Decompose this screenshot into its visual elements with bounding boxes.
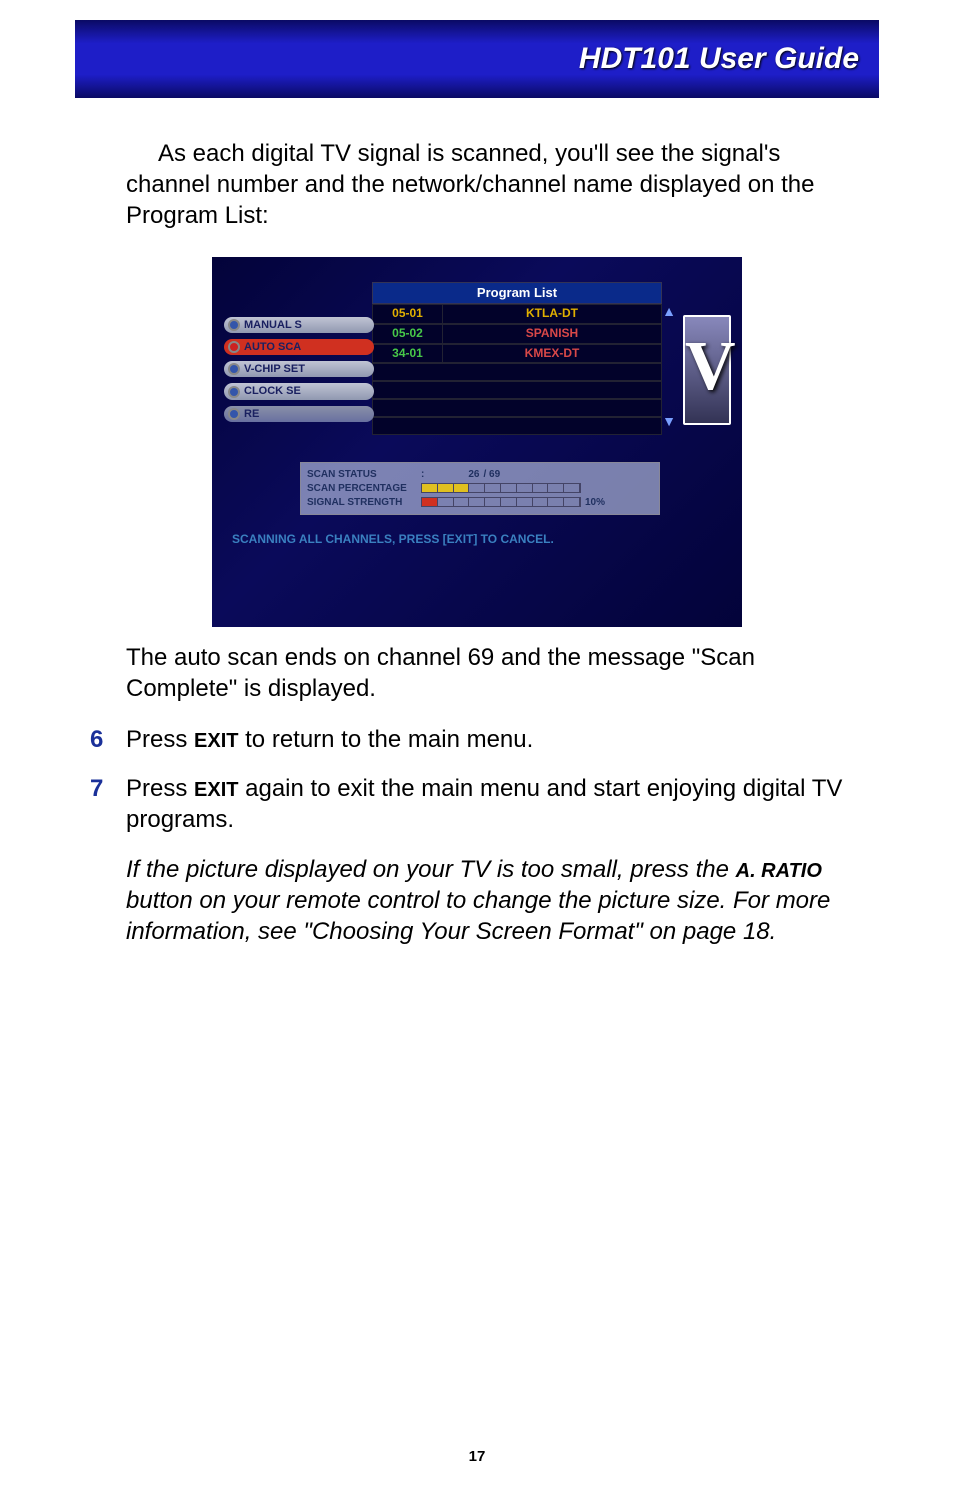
bar-segment <box>548 498 564 506</box>
sidebar-item: MANUAL S <box>224 317 374 333</box>
progress-bar <box>421 483 581 493</box>
page-number: 17 <box>0 1448 954 1465</box>
bar-segment <box>438 498 454 506</box>
scan-percentage-row: SCAN PERCENTAGE <box>307 482 653 495</box>
progress-bar <box>421 497 581 507</box>
sidebar-item: V-CHIP SET <box>224 361 374 377</box>
bar-segment <box>469 484 485 492</box>
text: If the picture displayed on your TV is t… <box>126 856 736 883</box>
side-menu: MANUAL S AUTO SCA V-CHIP SET CLOCK SE RE <box>224 317 374 428</box>
program-list-panel: Program List 05-01 KTLA-DT 05-02 SPANISH… <box>372 282 662 436</box>
page-header: HDT101 User Guide <box>75 20 879 98</box>
text: Press <box>126 775 194 802</box>
step-number: 6 <box>90 724 112 755</box>
scan-status-row: SCAN STATUS : 26 / 69 <box>307 468 653 481</box>
bar-segment <box>485 484 501 492</box>
bar-segment <box>438 484 454 492</box>
sidebar-item-label: AUTO SCA <box>244 340 301 354</box>
key-name: EXIT <box>194 779 238 801</box>
bar-segment <box>533 484 549 492</box>
step-number: 7 <box>90 773 112 835</box>
bar-segment <box>517 484 533 492</box>
bar-segment <box>501 498 517 506</box>
bar-segment <box>469 498 485 506</box>
bar-segment <box>501 484 517 492</box>
signal-strength-label: SIGNAL STRENGTH <box>307 496 417 509</box>
channel-number: 05-02 <box>373 325 443 343</box>
scan-total: / 69 <box>483 468 500 481</box>
logo-letter: V <box>683 315 731 425</box>
bullet-icon <box>228 386 240 398</box>
signal-percent: 10% <box>585 496 605 509</box>
step-body: Press EXIT again to exit the main menu a… <box>126 773 864 835</box>
page-content: As each digital TV signal is scanned, yo… <box>0 98 954 947</box>
sidebar-item: CLOCK SE <box>224 383 374 399</box>
sidebar-item: RE <box>224 406 374 422</box>
text: to return to the main menu. <box>238 726 533 753</box>
table-row <box>372 417 662 435</box>
bar-segment <box>517 498 533 506</box>
bar-segment <box>533 498 549 506</box>
scan-note: SCANNING ALL CHANNELS, PRESS [EXIT] TO C… <box>232 532 554 548</box>
separator: : <box>421 468 424 481</box>
text: Press <box>126 726 194 753</box>
sidebar-item: AUTO SCA <box>224 339 374 355</box>
bar-segment <box>564 498 580 506</box>
note-paragraph: If the picture displayed on your TV is t… <box>90 854 864 948</box>
channel-number: 05-01 <box>373 305 443 323</box>
intro-paragraph: As each digital TV signal is scanned, yo… <box>90 138 864 232</box>
key-name: EXIT <box>194 730 238 752</box>
sidebar-item-label: CLOCK SE <box>244 384 301 398</box>
key-name: A. RATIO <box>736 860 822 882</box>
bar-segment <box>485 498 501 506</box>
scan-status-label: SCAN STATUS <box>307 468 417 481</box>
scan-current: 26 <box>468 468 479 481</box>
signal-strength-row: SIGNAL STRENGTH 10% <box>307 496 653 509</box>
channel-name: KMEX-DT <box>443 345 661 363</box>
bullet-icon <box>228 363 240 375</box>
sidebar-item-label: MANUAL S <box>244 318 302 332</box>
text: button on your remote control to change … <box>126 887 830 945</box>
steps-list: 6 Press EXIT to return to the main menu.… <box>90 724 864 836</box>
table-row: 05-01 KTLA-DT <box>372 304 662 324</box>
screenshot-caption: The auto scan ends on channel 69 and the… <box>90 642 864 704</box>
bar-segment <box>422 484 438 492</box>
bar-segment <box>454 484 470 492</box>
sidebar-item-label: RE <box>244 407 259 421</box>
table-row: 05-02 SPANISH <box>372 324 662 344</box>
logo-letters: V <box>672 307 742 557</box>
channel-name: SPANISH <box>443 325 661 343</box>
scan-percentage-label: SCAN PERCENTAGE <box>307 482 417 495</box>
channel-name: KTLA-DT <box>443 305 661 323</box>
program-list-header: Program List <box>372 282 662 305</box>
step-body: Press EXIT to return to the main menu. <box>126 724 864 755</box>
bar-segment <box>548 484 564 492</box>
channel-number: 34-01 <box>373 345 443 363</box>
bar-segment <box>564 484 580 492</box>
bullet-icon <box>228 341 240 353</box>
bullet-icon <box>228 319 240 331</box>
bar-segment <box>454 498 470 506</box>
scan-status-box: SCAN STATUS : 26 / 69 SCAN PERCENTAGE <box>300 462 660 515</box>
bar-segment <box>422 498 438 506</box>
table-row: 34-01 KMEX-DT <box>372 344 662 364</box>
table-row <box>372 399 662 417</box>
tv-screenshot: Program List 05-01 KTLA-DT 05-02 SPANISH… <box>212 257 742 627</box>
step-item: 6 Press EXIT to return to the main menu. <box>90 724 864 755</box>
table-row <box>372 363 662 381</box>
sidebar-item-label: V-CHIP SET <box>244 362 305 376</box>
step-item: 7 Press EXIT again to exit the main menu… <box>90 773 864 835</box>
table-row <box>372 381 662 399</box>
header-title: HDT101 User Guide <box>579 42 859 76</box>
bullet-icon <box>228 408 240 420</box>
